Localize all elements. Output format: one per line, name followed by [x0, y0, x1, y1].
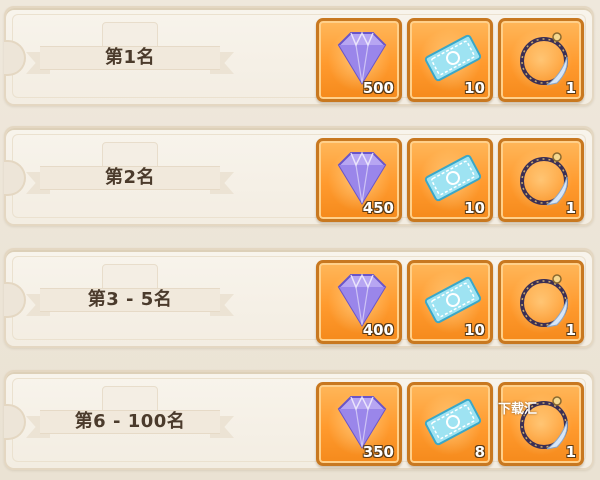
reward-list: 350 8 1	[316, 382, 584, 466]
reward-quantity: 10	[464, 79, 485, 97]
reward-slot-gem[interactable]: 400	[316, 260, 402, 344]
reward-tier-row: 第6 - 100名 350 8 1	[0, 364, 600, 476]
reward-quantity: 350	[362, 443, 394, 461]
reward-quantity: 450	[362, 199, 394, 217]
reward-quantity: 1	[565, 199, 576, 217]
rank-label: 第2名	[104, 167, 156, 188]
watermark-text: 下载汇	[498, 402, 538, 417]
reward-slot-charm[interactable]: 1	[498, 260, 584, 344]
ranking-rewards-board: 第1名 500 10 1 第2名 450 10 1 第3 - 5名 400 10…	[0, 0, 600, 480]
reward-list: 500 10 1	[316, 18, 584, 102]
reward-quantity: 400	[362, 321, 394, 339]
rank-label: 第1名	[104, 47, 156, 68]
reward-quantity: 1	[565, 321, 576, 339]
reward-quantity: 8	[474, 443, 485, 461]
reward-quantity: 500	[362, 79, 394, 97]
reward-slot-gem[interactable]: 350	[316, 382, 402, 466]
reward-slot-ticket[interactable]: 10	[407, 138, 493, 222]
reward-quantity: 1	[565, 79, 576, 97]
reward-list: 450 10 1	[316, 138, 584, 222]
reward-list: 400 10 1	[316, 260, 584, 344]
reward-slot-charm[interactable]: 1	[498, 138, 584, 222]
reward-slot-ticket[interactable]: 10	[407, 260, 493, 344]
reward-slot-gem[interactable]: 450	[316, 138, 402, 222]
rank-label: 第6 - 100名	[74, 411, 186, 432]
reward-slot-ticket[interactable]: 10	[407, 18, 493, 102]
reward-slot-charm[interactable]: 1	[498, 382, 584, 466]
reward-slot-ticket[interactable]: 8	[407, 382, 493, 466]
reward-slot-charm[interactable]: 1	[498, 18, 584, 102]
reward-quantity: 10	[464, 199, 485, 217]
reward-tier-row: 第1名 500 10 1	[0, 0, 600, 112]
reward-tier-row: 第2名 450 10 1	[0, 120, 600, 232]
rank-label: 第3 - 5名	[87, 289, 173, 310]
reward-quantity: 10	[464, 321, 485, 339]
reward-quantity: 1	[565, 443, 576, 461]
reward-tier-row: 第3 - 5名 400 10 1	[0, 242, 600, 354]
reward-slot-gem[interactable]: 500	[316, 18, 402, 102]
